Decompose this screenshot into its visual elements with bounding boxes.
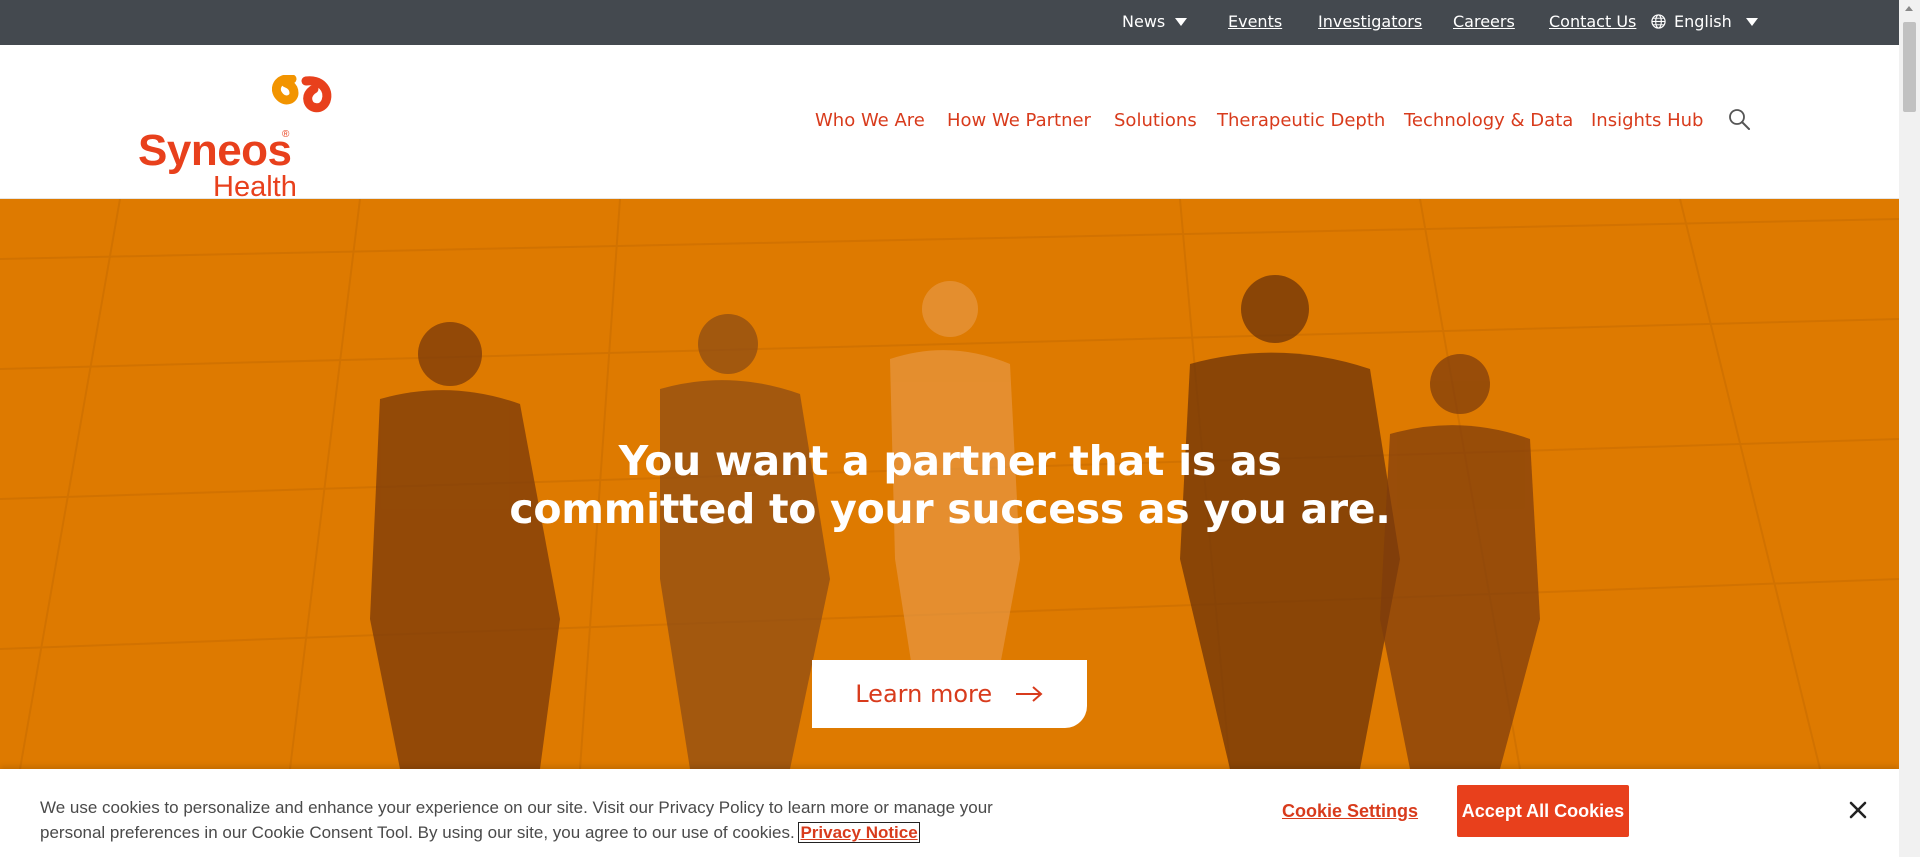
chevron-down-icon — [1745, 17, 1758, 26]
search-icon[interactable] — [1727, 107, 1751, 131]
learn-more-label: Learn more — [855, 680, 993, 708]
accept-all-cookies-button[interactable]: Accept All Cookies — [1457, 785, 1629, 837]
investigators-link[interactable]: Investigators — [1318, 0, 1422, 45]
careers-link[interactable]: Careers — [1453, 0, 1515, 45]
nav-how-we-partner[interactable]: How We Partner — [947, 107, 1091, 135]
site-header: Syneos ® Health Who We Are How We Partne… — [0, 45, 1899, 202]
nav-therapeutic-depth[interactable]: Therapeutic Depth — [1217, 107, 1385, 135]
cookie-settings-button[interactable]: Cookie Settings — [1282, 801, 1418, 822]
nav-solutions[interactable]: Solutions — [1114, 107, 1197, 135]
page-scrollbar[interactable] — [1899, 0, 1920, 857]
hero-banner: You want a partner that is as committed … — [0, 199, 1899, 769]
logo-registered: ® — [282, 129, 290, 140]
logo-sub: Health — [213, 171, 297, 203]
hero-heading: You want a partner that is as committed … — [450, 437, 1450, 533]
nav-technology-data[interactable]: Technology & Data — [1404, 107, 1573, 135]
hero-heading-line1: You want a partner that is as — [618, 437, 1282, 485]
globe-icon — [1651, 13, 1666, 29]
nav-who-we-are[interactable]: Who We Are — [815, 107, 925, 135]
cookie-message: We use cookies to personalize and enhanc… — [40, 795, 1020, 845]
syneos-health-logo[interactable]: Syneos ® Health — [136, 75, 346, 202]
learn-more-button[interactable]: Learn more — [812, 660, 1087, 728]
cookie-banner: We use cookies to personalize and enhanc… — [0, 769, 1899, 857]
contact-us-link[interactable]: Contact Us — [1549, 0, 1636, 45]
utility-bar: News Events Investigators Careers Contac… — [0, 0, 1899, 45]
chevron-down-icon — [1175, 17, 1188, 26]
logo-wordmark: Syneos — [138, 126, 292, 175]
scroll-up-arrow-icon[interactable] — [1905, 6, 1913, 11]
news-label: News — [1122, 12, 1166, 31]
events-link[interactable]: Events — [1228, 0, 1282, 45]
arrow-right-icon — [1015, 685, 1043, 702]
scrollbar-thumb[interactable] — [1903, 22, 1916, 112]
nav-insights-hub[interactable]: Insights Hub — [1591, 107, 1703, 135]
privacy-notice-link[interactable]: Privacy Notice — [798, 822, 920, 843]
close-icon[interactable] — [1849, 801, 1867, 819]
language-label: English — [1674, 12, 1732, 31]
logo-mark-icon — [272, 75, 332, 113]
news-menu[interactable]: News — [1122, 0, 1188, 45]
hero-heading-line2: committed to your success as you are. — [509, 485, 1391, 533]
language-selector[interactable]: English — [1651, 0, 1758, 45]
